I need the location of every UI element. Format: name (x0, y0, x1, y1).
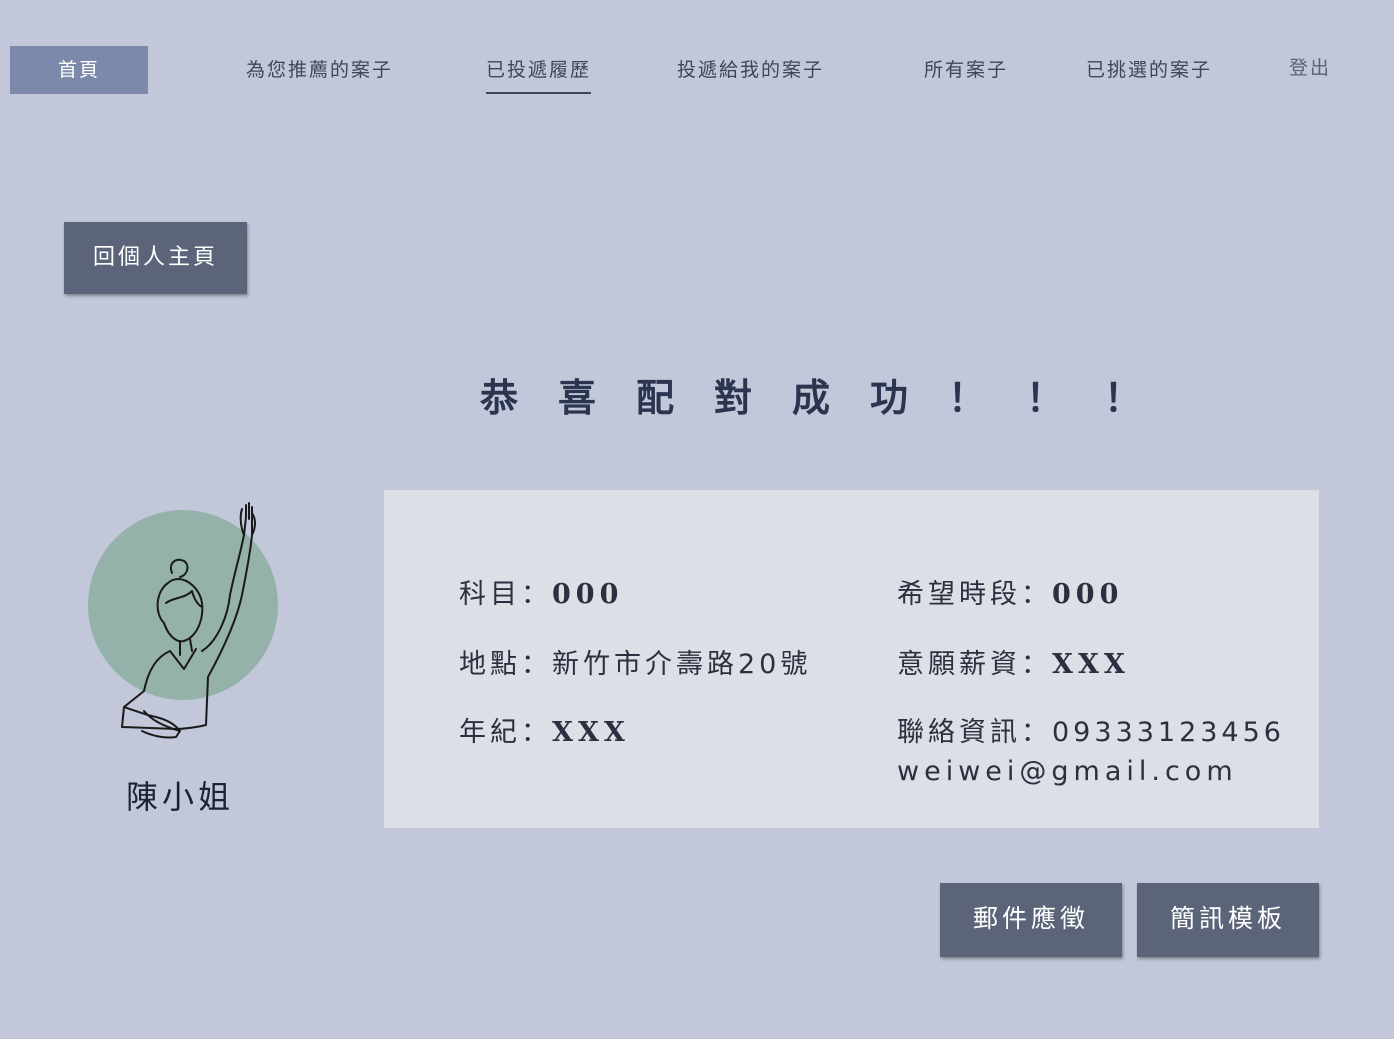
contact-label: 聯絡資訊： (897, 717, 1052, 748)
contact-email: weiwei@gmail.com (897, 756, 1238, 787)
time-field: 希望時段：000 (897, 572, 1123, 611)
nav-submitted-resumes[interactable]: 已投遞履歷 (486, 46, 592, 94)
salary-label: 意願薪資： (897, 649, 1052, 680)
salary-field: 意願薪資：XXX (897, 642, 1130, 681)
profile-name: 陳小姐 (125, 778, 234, 816)
avatar-circle (88, 510, 278, 700)
nav-home[interactable]: 首頁 (10, 46, 148, 94)
top-nav: 首頁 為您推薦的案子 已投遞履歷 投遞給我的案子 所有案子 已挑選的案子 登出 (0, 0, 1394, 120)
person-raising-hand-icon (80, 495, 290, 745)
age-field: 年紀：XXX (459, 710, 630, 749)
time-label: 希望時段： (897, 579, 1052, 610)
match-success-headline: 恭喜配對成功！！！ (480, 376, 1183, 420)
back-to-profile-button[interactable]: 回個人主頁 (64, 222, 247, 294)
time-value: 000 (1052, 579, 1124, 610)
location-label: 地點： (459, 649, 552, 680)
nav-applied-to-me[interactable]: 投遞給我的案子 (677, 46, 824, 94)
location-value: 新竹市介壽路20號 (552, 649, 812, 680)
nav-recommended[interactable]: 為您推薦的案子 (246, 46, 393, 94)
age-value: XXX (552, 717, 630, 748)
salary-value: XXX (1052, 649, 1130, 680)
nav-logout[interactable]: 登出 (1289, 44, 1331, 92)
match-details-card: 科目：000 地點：新竹市介壽路20號 年紀：XXX 希望時段：000 意願薪資… (384, 490, 1319, 828)
subject-value: 000 (552, 579, 624, 610)
nav-all-cases[interactable]: 所有案子 (924, 46, 1008, 94)
contact-field: 聯絡資訊：09333123456 (897, 710, 1285, 749)
age-label: 年紀： (459, 717, 552, 748)
nav-selected-cases[interactable]: 已挑選的案子 (1086, 46, 1212, 94)
subject-label: 科目： (459, 579, 552, 610)
subject-field: 科目：000 (459, 572, 623, 611)
sms-template-button[interactable]: 簡訊模板 (1137, 883, 1319, 957)
contact-phone: 09333123456 (1052, 717, 1285, 748)
location-field: 地點：新竹市介壽路20號 (459, 642, 811, 681)
email-apply-button[interactable]: 郵件應徵 (940, 883, 1122, 957)
